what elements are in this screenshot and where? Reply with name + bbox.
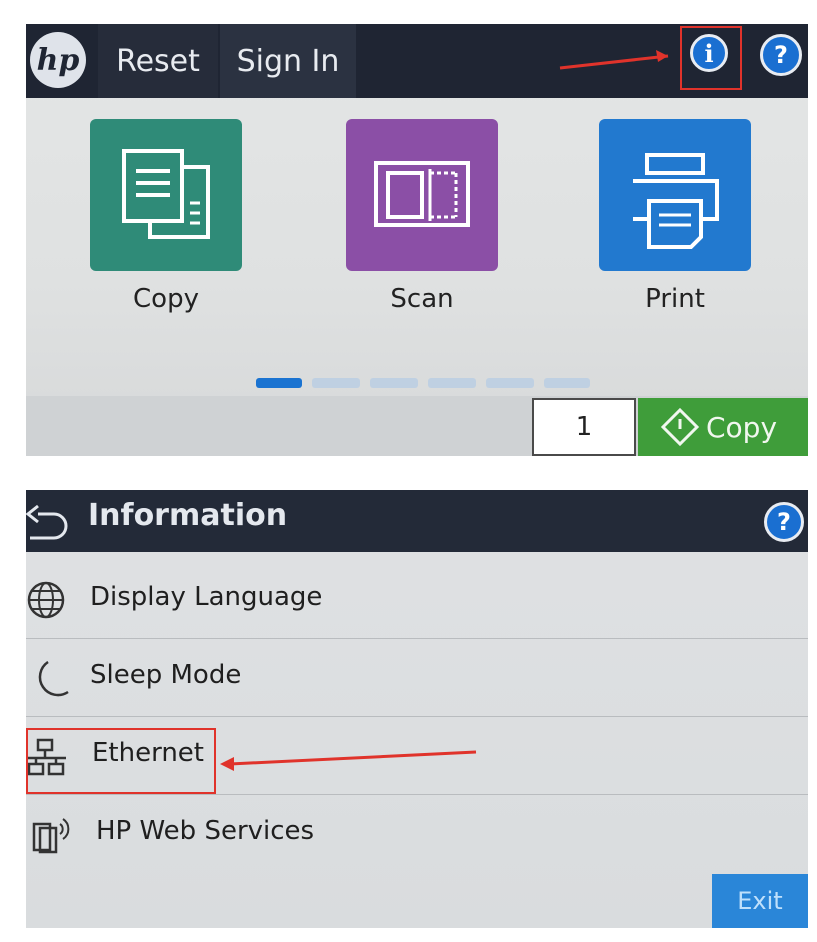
menu-item-label: Sleep Mode	[90, 660, 242, 690]
copy-tile[interactable]	[90, 119, 242, 271]
web-services-icon	[32, 818, 70, 854]
page-title: Information	[88, 498, 288, 533]
copies-count-field[interactable]: 1	[532, 398, 636, 456]
start-diamond-icon	[660, 407, 700, 447]
page-dot[interactable]	[486, 378, 534, 388]
page-dot-active[interactable]	[256, 378, 302, 388]
page-dot[interactable]	[428, 378, 476, 388]
home-screen-photo: hp Reset Sign In i ? Copy Scan Print 1 C…	[26, 24, 808, 456]
back-icon[interactable]	[26, 502, 74, 542]
red-arrow-icon	[559, 50, 669, 70]
menu-item-sleep-mode[interactable]: Sleep Mode	[26, 640, 808, 717]
exit-button[interactable]: Exit	[712, 874, 808, 928]
globe-icon	[27, 581, 65, 619]
print-tile[interactable]	[599, 119, 751, 271]
information-screen-photo: Information ? Display Language Sleep Mod…	[26, 490, 808, 928]
copy-start-button[interactable]: Copy	[638, 398, 808, 456]
sign-in-button[interactable]: Sign In	[220, 24, 356, 98]
reset-button[interactable]: Reset	[98, 24, 218, 98]
scan-tile-label: Scan	[390, 284, 454, 314]
ethernet-highlight-box	[26, 728, 216, 794]
help-icon[interactable]: ?	[764, 502, 804, 542]
help-icon[interactable]: ?	[760, 34, 802, 76]
copy-icon	[122, 149, 210, 239]
hp-logo-text: hp	[36, 42, 80, 78]
scan-icon	[374, 161, 470, 227]
menu-item-hp-web-services[interactable]: HP Web Services	[26, 796, 808, 872]
page-dot[interactable]	[370, 378, 418, 388]
menu-item-label: Display Language	[90, 582, 323, 612]
printer-icon	[633, 153, 719, 249]
moon-icon	[38, 660, 69, 697]
page-dot[interactable]	[312, 378, 360, 388]
scan-tile[interactable]	[346, 119, 498, 271]
red-arrow-icon	[220, 750, 477, 771]
menu-item-label: HP Web Services	[96, 816, 315, 846]
copy-start-label: Copy	[706, 410, 778, 444]
copy-tile-label: Copy	[133, 284, 199, 314]
print-tile-label: Print	[645, 284, 705, 314]
menu-item-display-language[interactable]: Display Language	[26, 562, 808, 639]
page-dot[interactable]	[544, 378, 590, 388]
hp-logo: hp	[30, 32, 86, 88]
info-icon[interactable]: i	[690, 34, 728, 72]
